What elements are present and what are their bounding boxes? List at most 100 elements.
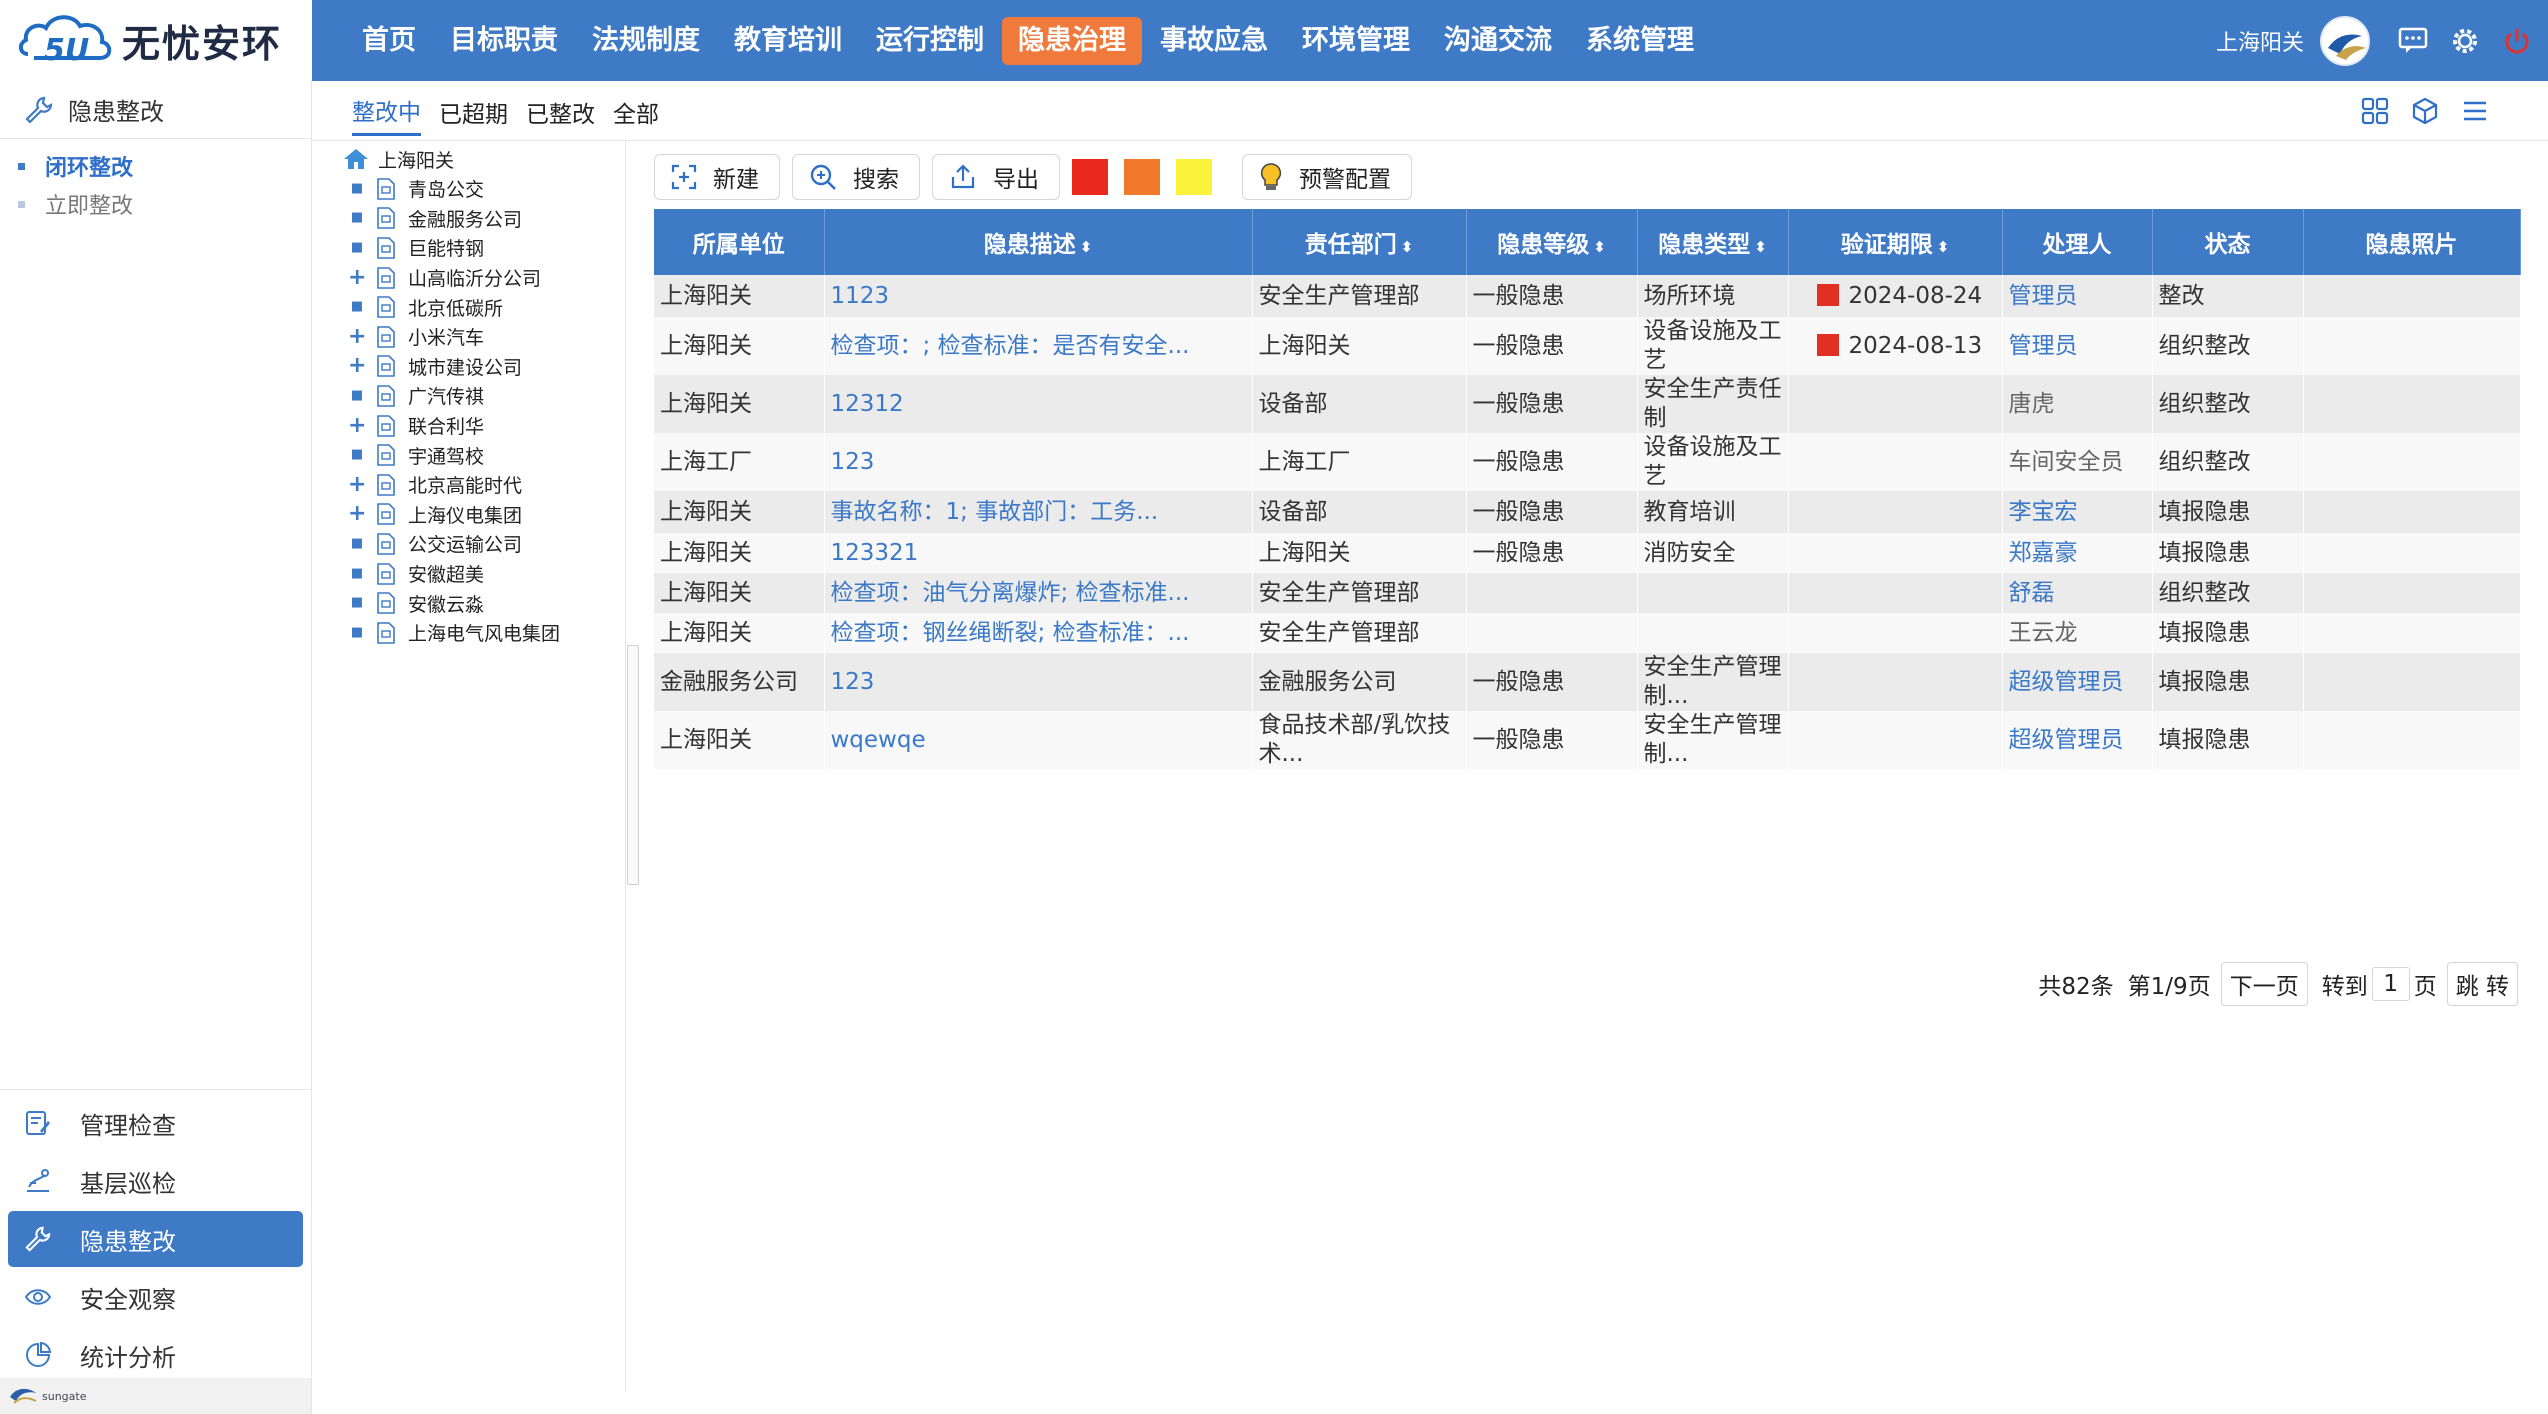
- tree-node[interactable]: ■ 上海电气风电集团: [312, 618, 625, 648]
- table-row[interactable]: 上海阳关 wqewqe 食品技术部/乳饮技术... 一般隐患 安全生产管理制... 超级管…: [654, 711, 2521, 769]
- nav-item-8[interactable]: 沟通交流: [1428, 17, 1568, 65]
- photo-cell[interactable]: [2303, 491, 2521, 533]
- tree-node[interactable]: + 上海仪电集团: [312, 500, 625, 530]
- sort-icon[interactable]: ⬍: [1401, 238, 1414, 256]
- table-row[interactable]: 上海阳关 检查项：; 检查标准：是否有安全... 上海阳关 一般隐患 设备设施及工艺 20…: [654, 317, 2521, 375]
- list-view-icon[interactable]: [2450, 93, 2500, 129]
- module-item-3[interactable]: 安全观察: [8, 1269, 303, 1325]
- photo-cell[interactable]: [2303, 433, 2521, 491]
- table-row[interactable]: 上海阳关 12312 设备部 一般隐患 安全生产责任制 唐虎 组织整改: [654, 375, 2521, 433]
- photo-cell[interactable]: [2303, 711, 2521, 769]
- warning-config-button[interactable]: 预警配置: [1242, 154, 1412, 200]
- tree-node[interactable]: + 山高临沂分公司: [312, 263, 625, 293]
- table-row[interactable]: 上海工厂 123 上海工厂 一般隐患 设备设施及工艺 车间安全员 组织整改: [654, 433, 2521, 491]
- sidebar-subitem-0[interactable]: 闭环整改: [0, 147, 311, 185]
- table-row[interactable]: 上海阳关 123321 上海阳关 一般隐患 消防安全 郑嘉豪 填报隐患: [654, 533, 2521, 573]
- description-link[interactable]: wqewqe: [824, 711, 1253, 769]
- description-link[interactable]: 1123: [824, 275, 1253, 317]
- tab-3[interactable]: 全部: [613, 87, 659, 135]
- module-item-4[interactable]: 统计分析: [8, 1327, 303, 1383]
- sort-icon[interactable]: ⬍: [1754, 238, 1767, 256]
- handler-cell[interactable]: 李宝宏: [2002, 491, 2153, 533]
- table-row[interactable]: 上海阳关 检查项：钢丝绳断裂; 检查标准：... 安全生产管理部 王云龙 填报隐患: [654, 613, 2521, 653]
- expand-icon[interactable]: +: [348, 503, 366, 525]
- tree-node[interactable]: ■ 北京低碳所: [312, 292, 625, 322]
- module-item-2[interactable]: 隐患整改: [8, 1211, 303, 1267]
- expand-icon[interactable]: +: [348, 266, 366, 288]
- logo-area[interactable]: 5U 无忧安环: [0, 0, 312, 81]
- tree-node[interactable]: ■ 安徽云淼: [312, 588, 625, 618]
- nav-item-5[interactable]: 隐患治理: [1002, 16, 1142, 65]
- handler-cell[interactable]: 管理员: [2002, 275, 2153, 317]
- tab-0[interactable]: 整改中: [352, 85, 421, 136]
- export-button[interactable]: 导出: [932, 154, 1060, 200]
- handler-cell[interactable]: 超级管理员: [2002, 653, 2153, 711]
- power-icon[interactable]: [2492, 16, 2542, 66]
- cube-view-icon[interactable]: [2400, 93, 2450, 129]
- tab-2[interactable]: 已整改: [526, 87, 595, 135]
- grid-view-icon[interactable]: [2350, 93, 2400, 129]
- sort-icon[interactable]: ⬍: [1937, 238, 1950, 256]
- nav-item-6[interactable]: 事故应急: [1144, 17, 1284, 65]
- jump-button[interactable]: 跳 转: [2446, 962, 2518, 1006]
- nav-item-9[interactable]: 系统管理: [1570, 17, 1710, 65]
- sidebar-subitem-1[interactable]: 立即整改: [0, 185, 311, 223]
- handler-cell[interactable]: 管理员: [2002, 317, 2153, 375]
- gear-icon[interactable]: [2440, 16, 2490, 66]
- nav-item-1[interactable]: 目标职责: [434, 17, 574, 65]
- description-link[interactable]: 事故名称：1; 事故部门：工务...: [824, 491, 1253, 533]
- handler-cell[interactable]: 超级管理员: [2002, 711, 2153, 769]
- tree-node[interactable]: ■ 宇通驾校: [312, 440, 625, 470]
- column-header[interactable]: 隐患描述 ⬍: [824, 209, 1253, 275]
- column-header[interactable]: 隐患等级 ⬍: [1466, 209, 1638, 275]
- table-row[interactable]: 金融服务公司 123 金融服务公司 一般隐患 安全生产管理制... 超级管理员 填报隐患: [654, 653, 2521, 711]
- next-page-button[interactable]: 下一页: [2220, 962, 2308, 1006]
- column-header[interactable]: 隐患类型 ⬍: [1637, 209, 1789, 275]
- expand-icon[interactable]: +: [348, 325, 366, 347]
- column-header[interactable]: 验证期限 ⬍: [1788, 209, 2003, 275]
- photo-cell[interactable]: [2303, 653, 2521, 711]
- user-avatar[interactable]: [2320, 15, 2370, 66]
- nav-item-2[interactable]: 法规制度: [576, 17, 716, 65]
- description-link[interactable]: 检查项：钢丝绳断裂; 检查标准：...: [824, 613, 1253, 653]
- tab-1[interactable]: 已超期: [439, 87, 508, 135]
- module-item-0[interactable]: 管理检查: [8, 1095, 303, 1151]
- photo-cell[interactable]: [2303, 613, 2521, 653]
- tree-node[interactable]: + 城市建设公司: [312, 352, 625, 382]
- nav-item-0[interactable]: 首页: [346, 17, 432, 65]
- nav-item-3[interactable]: 教育培训: [718, 17, 858, 65]
- red-level-filter[interactable]: [1072, 159, 1108, 195]
- description-link[interactable]: 123: [824, 433, 1253, 491]
- description-link[interactable]: 123: [824, 653, 1253, 711]
- message-icon[interactable]: [2388, 16, 2438, 66]
- description-link[interactable]: 12312: [824, 375, 1253, 433]
- handler-cell[interactable]: 郑嘉豪: [2002, 533, 2153, 573]
- description-link[interactable]: 检查项：油气分离爆炸; 检查标准...: [824, 573, 1253, 613]
- yellow-level-filter[interactable]: [1176, 159, 1212, 195]
- tree-node[interactable]: ■ 公交运输公司: [312, 529, 625, 559]
- module-item-1[interactable]: 基层巡检: [8, 1153, 303, 1209]
- photo-cell[interactable]: [2303, 275, 2521, 317]
- tree-node[interactable]: ■ 巨能特钢: [312, 233, 625, 263]
- sort-icon[interactable]: ⬍: [1080, 238, 1093, 256]
- tree-node[interactable]: + 联合利华: [312, 411, 625, 441]
- orange-level-filter[interactable]: [1124, 159, 1160, 195]
- table-row[interactable]: 上海阳关 事故名称：1; 事故部门：工务... 设备部 一般隐患 教育培训 李宝宏 填报隐患: [654, 491, 2521, 533]
- tree-node[interactable]: + 小米汽车: [312, 322, 625, 352]
- new-button[interactable]: 新建: [654, 154, 780, 200]
- expand-icon[interactable]: +: [348, 355, 366, 377]
- photo-cell[interactable]: [2303, 533, 2521, 573]
- search-button[interactable]: 搜索: [792, 154, 920, 200]
- expand-icon[interactable]: +: [348, 473, 366, 495]
- description-link[interactable]: 检查项：; 检查标准：是否有安全...: [824, 317, 1253, 375]
- nav-item-7[interactable]: 环境管理: [1286, 17, 1426, 65]
- goto-page-input[interactable]: 1: [2371, 967, 2410, 1001]
- table-row[interactable]: 上海阳关 检查项：油气分离爆炸; 检查标准... 安全生产管理部 舒磊 组织整改: [654, 573, 2521, 613]
- nav-item-4[interactable]: 运行控制: [860, 17, 1000, 65]
- sort-icon[interactable]: ⬍: [1593, 238, 1606, 256]
- table-row[interactable]: 上海阳关 1123 安全生产管理部 一般隐患 场所环境 2024-08-24 管理员 整改: [654, 275, 2521, 317]
- photo-cell[interactable]: [2303, 573, 2521, 613]
- panel-splitter[interactable]: [627, 645, 639, 885]
- tree-node[interactable]: + 北京高能时代: [312, 470, 625, 500]
- column-header[interactable]: 责任部门 ⬍: [1252, 209, 1467, 275]
